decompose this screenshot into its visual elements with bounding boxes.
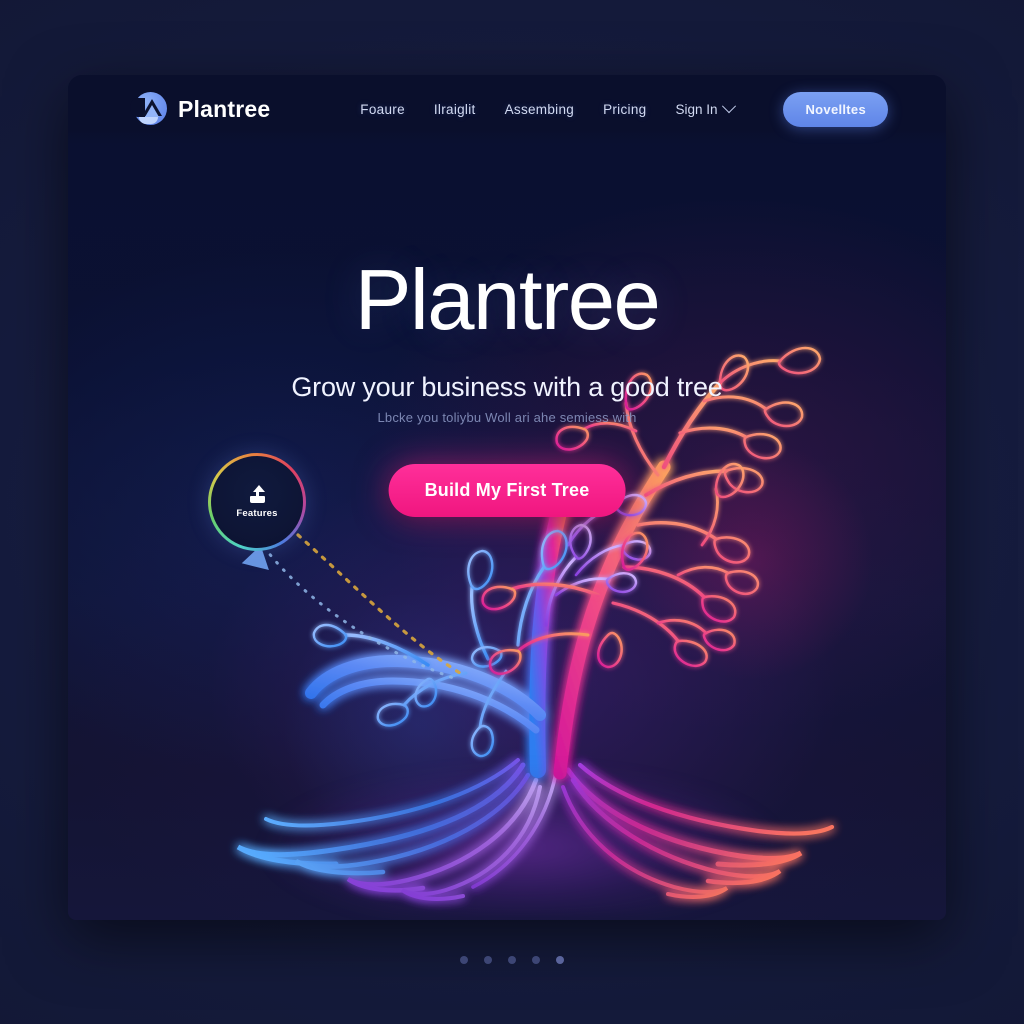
- plantree-leaf-logo-icon: [130, 90, 168, 128]
- carousel-dot-4[interactable]: [532, 956, 540, 964]
- carousel-dot-2[interactable]: [484, 956, 492, 964]
- nav-link-assembling[interactable]: Assembing: [505, 102, 574, 117]
- features-badge[interactable]: Features: [208, 453, 306, 551]
- nav-link-insight[interactable]: Ilraiglit: [434, 102, 476, 117]
- browser-card: Plantree Foaure Ilraiglit Assembing Pric…: [68, 75, 946, 920]
- nav-link-pricing[interactable]: Pricing: [603, 102, 646, 117]
- carousel-dot-3[interactable]: [508, 956, 516, 964]
- top-navigation-bar: Plantree Foaure Ilraiglit Assembing Pric…: [68, 75, 946, 143]
- chevron-down-icon: [722, 99, 737, 114]
- nav-link-feature[interactable]: Foaure: [360, 102, 405, 117]
- carousel-dot-5[interactable]: [556, 956, 564, 964]
- nav-signin-label: Sign In: [675, 101, 718, 117]
- nav-links: Foaure Ilraiglit Assembing Pricing Sign …: [360, 91, 946, 127]
- carousel-indicators: [0, 956, 1024, 964]
- page-title: Plantree: [354, 253, 661, 348]
- build-my-first-tree-button[interactable]: Build My First Tree: [388, 464, 626, 517]
- carousel-dot-1[interactable]: [460, 956, 468, 964]
- features-badge-label: Features: [236, 508, 278, 519]
- brand-logo-group[interactable]: Plantree: [130, 90, 270, 128]
- upload-icon: [249, 485, 266, 504]
- novelties-button[interactable]: Novelltes: [783, 91, 888, 127]
- hero-subtitle: Grow your business with a good tree: [291, 372, 723, 402]
- nav-signin-dropdown[interactable]: Sign In: [675, 99, 737, 117]
- features-badge-inner: Features: [211, 456, 303, 548]
- hero-tagline: Lbcke you toliybu Woll ari ahe semiess w…: [377, 410, 637, 425]
- brand-name: Plantree: [178, 95, 271, 122]
